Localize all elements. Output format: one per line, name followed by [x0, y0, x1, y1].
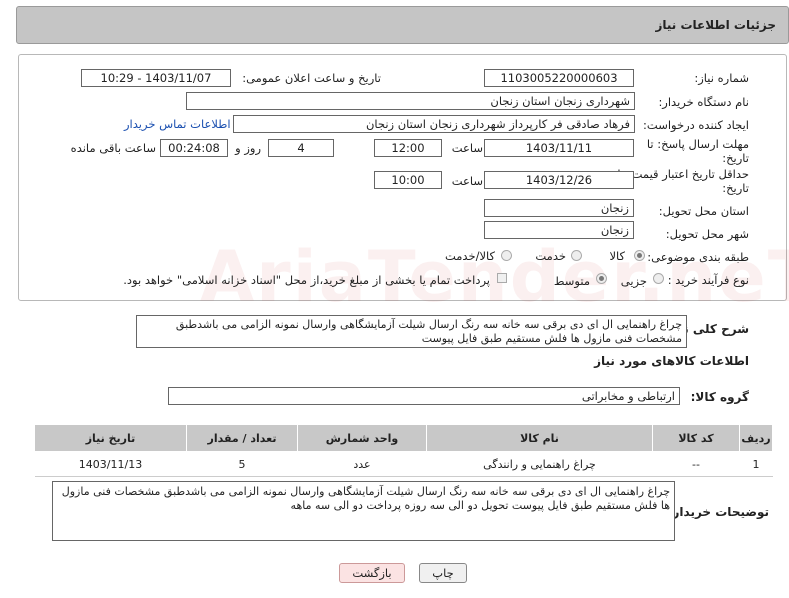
process-radio-minor[interactable] [653, 273, 664, 284]
print-button[interactable]: چاپ [419, 563, 467, 583]
need-number-field: 1103005220000603 [484, 69, 634, 87]
announce-field: 1403/11/07 - 10:29 [81, 69, 231, 87]
cell-unit: عدد [297, 451, 427, 477]
city-field: زنجان [484, 221, 634, 239]
days-field: 4 [268, 139, 334, 157]
category-radio-service[interactable] [571, 250, 582, 261]
treasury-payment-checkbox[interactable] [497, 273, 507, 283]
validity-label-date: تاریخ: [722, 181, 749, 195]
col-quantity: تعداد / مقدار [186, 424, 298, 452]
deadline-date-field: 1403/11/11 [484, 139, 634, 157]
back-button[interactable]: بازگشت [339, 563, 405, 583]
remaining-time-field: 00:24:08 [160, 139, 228, 157]
cell-date: 1403/11/13 [34, 451, 187, 477]
deadline-time-field: 12:00 [374, 139, 442, 157]
category-radio-goods[interactable] [634, 250, 645, 261]
process-radio-medium[interactable] [596, 273, 607, 284]
table-row: 1 -- چراغ راهنمایی و رانندگی عدد 5 1403/… [34, 451, 773, 477]
page-title: جزئیات اطلاعات نیاز [655, 18, 776, 32]
treasury-payment-note: پرداخت تمام یا بخشی از مبلغ خرید،از محل … [123, 273, 490, 287]
page-header: جزئیات اطلاعات نیاز [16, 6, 789, 44]
cell-quantity: 5 [186, 451, 298, 477]
col-code: کد کالا [652, 424, 740, 452]
process-option-medium: متوسط [553, 274, 590, 288]
deadline-time-label: ساعت [451, 141, 483, 155]
col-row: ردیف [739, 424, 773, 452]
need-number-label: شماره نیاز: [694, 71, 749, 85]
goods-section-title: اطلاعات کالاهای مورد نیاز [594, 354, 749, 368]
requester-field: فرهاد صادقی فر کارپرداز شهرداری زنجان اس… [233, 115, 635, 133]
days-label: روز و [235, 141, 261, 155]
category-label: طبقه بندی موضوعی: [647, 250, 749, 264]
buyer-org-label: نام دستگاه خریدار: [658, 95, 749, 109]
cell-name: چراغ راهنمایی و رانندگی [426, 451, 653, 477]
province-field: زنجان [484, 199, 634, 217]
buyer-notes-label: توضیحات خریدار: [667, 505, 769, 519]
col-unit: واحد شمارش [297, 424, 427, 452]
category-option-service: خدمت [535, 249, 566, 263]
process-type-label: نوع فرآیند خرید : [667, 273, 749, 287]
validity-time-label: ساعت [451, 174, 483, 188]
goods-group-field: ارتباطی و مخابراتی [168, 387, 680, 405]
buyer-notes-textarea[interactable]: چراغ راهنمایی ال ای دی برقی سه خانه سه ر… [52, 481, 675, 541]
goods-table: ردیف کد کالا نام کالا واحد شمارش تعداد /… [34, 424, 773, 477]
requester-label: ایجاد کننده درخواست: [643, 118, 749, 132]
contact-info-link[interactable]: اطلاعات تماس خریدار [124, 117, 231, 131]
buyer-org-field: شهرداری زنجان استان زنجان [186, 92, 635, 110]
province-label: استان محل تحویل: [658, 204, 749, 218]
process-option-minor: جزیی [620, 274, 647, 288]
category-option-goods-service: کالا/خدمت [444, 249, 495, 263]
description-textarea[interactable]: چراغ راهنمایی ال ای دی برقی سه خانه سه ر… [136, 315, 687, 348]
announce-label: تاریخ و ساعت اعلان عمومی: [242, 71, 381, 85]
deadline-label: مهلت ارسال پاسخ: تا [646, 137, 749, 151]
city-label: شهر محل تحویل: [665, 227, 749, 241]
category-radio-goods-service[interactable] [501, 250, 512, 261]
validity-date-field: 1403/12/26 [484, 171, 634, 189]
cell-code: -- [652, 451, 740, 477]
col-name: نام کالا [426, 424, 653, 452]
col-date: تاریخ نیاز [34, 424, 187, 452]
goods-group-label: گروه کالا: [690, 390, 749, 404]
category-option-goods: کالا [609, 249, 625, 263]
validity-label: حداقل تاریخ اعتبار قیمت: تا [617, 167, 749, 181]
remaining-label: ساعت باقی مانده [70, 141, 156, 155]
cell-row: 1 [739, 451, 773, 477]
validity-time-field: 10:00 [374, 171, 442, 189]
deadline-label-date: تاریخ: [722, 151, 749, 165]
